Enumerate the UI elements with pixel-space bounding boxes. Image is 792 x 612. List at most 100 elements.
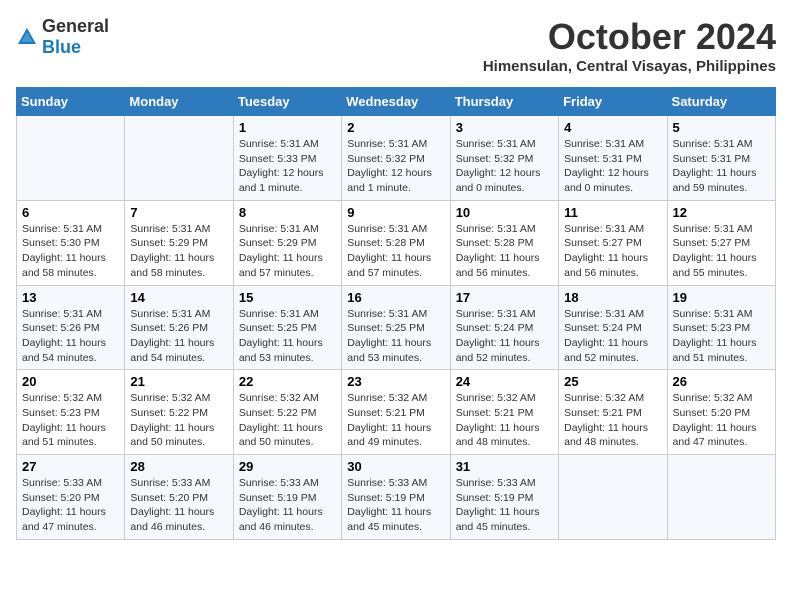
- calendar-cell: 7 Sunrise: 5:31 AMSunset: 5:29 PMDaylight…: [125, 200, 233, 285]
- day-info: Sunrise: 5:32 AMSunset: 5:20 PMDaylight:…: [673, 391, 770, 450]
- calendar-cell: 13Sunrise: 5:31 AMSunset: 5:26 PMDayligh…: [17, 285, 125, 370]
- calendar-week-2: 6 Sunrise: 5:31 AMSunset: 5:30 PMDaylight…: [17, 200, 776, 285]
- col-monday: Monday: [125, 88, 233, 116]
- logo-icon: [16, 26, 38, 48]
- col-tuesday: Tuesday: [233, 88, 341, 116]
- day-info: Sunrise: 5:32 AMSunset: 5:21 PMDaylight:…: [564, 391, 661, 450]
- calendar-cell: 19Sunrise: 5:31 AMSunset: 5:23 PMDayligh…: [667, 285, 775, 370]
- calendar-cell: [559, 455, 667, 540]
- day-number: 6: [22, 205, 119, 220]
- day-number: 15: [239, 290, 336, 305]
- day-number: 3: [456, 120, 553, 135]
- col-saturday: Saturday: [667, 88, 775, 116]
- col-friday: Friday: [559, 88, 667, 116]
- calendar-cell: 26 Sunrise: 5:32 AMSunset: 5:20 PMDayligh…: [667, 370, 775, 455]
- calendar-cell: 11Sunrise: 5:31 AMSunset: 5:27 PMDayligh…: [559, 200, 667, 285]
- day-info: Sunrise: 5:31 AMSunset: 5:24 PMDaylight:…: [456, 307, 553, 366]
- day-info: Sunrise: 5:31 AMSunset: 5:25 PMDaylight:…: [347, 307, 444, 366]
- logo: General Blue: [16, 16, 109, 58]
- day-info: Sunrise: 5:31 AMSunset: 5:28 PMDaylight:…: [347, 222, 444, 281]
- day-number: 22: [239, 374, 336, 389]
- day-number: 16: [347, 290, 444, 305]
- calendar-header: Sunday Monday Tuesday Wednesday Thursday…: [17, 88, 776, 116]
- calendar-cell: 17 Sunrise: 5:31 AMSunset: 5:24 PMDayligh…: [450, 285, 558, 370]
- day-info: Sunrise: 5:31 AMSunset: 5:31 PMDaylight:…: [564, 137, 661, 196]
- day-info: Sunrise: 5:32 AMSunset: 5:21 PMDaylight:…: [347, 391, 444, 450]
- day-info: Sunrise: 5:32 AMSunset: 5:21 PMDaylight:…: [456, 391, 553, 450]
- day-number: 13: [22, 290, 119, 305]
- calendar-cell: 10 Sunrise: 5:31 AMSunset: 5:28 PMDayligh…: [450, 200, 558, 285]
- day-number: 7: [130, 205, 227, 220]
- page-header: General Blue October 2024 Himensulan, Ce…: [16, 16, 776, 75]
- day-info: Sunrise: 5:31 AMSunset: 5:29 PMDaylight:…: [130, 222, 227, 281]
- location-subtitle: Himensulan, Central Visayas, Philippines: [483, 58, 776, 75]
- calendar-week-5: 27 Sunrise: 5:33 AMSunset: 5:20 PMDayligh…: [17, 455, 776, 540]
- calendar-cell: 30 Sunrise: 5:33 AMSunset: 5:19 PMDayligh…: [342, 455, 450, 540]
- title-block: October 2024 Himensulan, Central Visayas…: [483, 16, 776, 75]
- calendar-body: 1 Sunrise: 5:31 AMSunset: 5:33 PMDaylight…: [17, 116, 776, 540]
- col-sunday: Sunday: [17, 88, 125, 116]
- calendar-cell: 31Sunrise: 5:33 AMSunset: 5:19 PMDayligh…: [450, 455, 558, 540]
- header-row: Sunday Monday Tuesday Wednesday Thursday…: [17, 88, 776, 116]
- day-info: Sunrise: 5:31 AMSunset: 5:30 PMDaylight:…: [22, 222, 119, 281]
- calendar-cell: 14 Sunrise: 5:31 AMSunset: 5:26 PMDayligh…: [125, 285, 233, 370]
- calendar-cell: 8 Sunrise: 5:31 AMSunset: 5:29 PMDaylight…: [233, 200, 341, 285]
- day-info: Sunrise: 5:32 AMSunset: 5:22 PMDaylight:…: [239, 391, 336, 450]
- calendar-cell: 15 Sunrise: 5:31 AMSunset: 5:25 PMDayligh…: [233, 285, 341, 370]
- day-info: Sunrise: 5:33 AMSunset: 5:19 PMDaylight:…: [239, 476, 336, 535]
- calendar-week-3: 13 Sunrise: 5:31 AMSunset: 5:26 PMDayligh…: [17, 285, 776, 370]
- day-info: Sunrise: 5:31 AMSunset: 5:23 PMDaylight:…: [673, 307, 770, 366]
- day-info: Sunrise: 5:33 AMSunset: 5:19 PMDaylight:…: [456, 476, 553, 535]
- day-number: 24: [456, 374, 553, 389]
- day-info: Sunrise: 5:32 AMSunset: 5:22 PMDaylight:…: [130, 391, 227, 450]
- day-number: 27: [22, 459, 119, 474]
- day-number: 21: [130, 374, 227, 389]
- day-info: Sunrise: 5:31 AMSunset: 5:28 PMDaylight:…: [456, 222, 553, 281]
- day-number: 8: [239, 205, 336, 220]
- day-info: Sunrise: 5:31 AMSunset: 5:29 PMDaylight:…: [239, 222, 336, 281]
- day-info: Sunrise: 5:31 AMSunset: 5:26 PMDaylight:…: [130, 307, 227, 366]
- day-number: 26: [673, 374, 770, 389]
- month-title: October 2024: [483, 16, 776, 58]
- day-number: 25: [564, 374, 661, 389]
- day-number: 18: [564, 290, 661, 305]
- calendar-cell: 25 Sunrise: 5:32 AMSunset: 5:21 PMDayligh…: [559, 370, 667, 455]
- day-info: Sunrise: 5:32 AMSunset: 5:23 PMDaylight:…: [22, 391, 119, 450]
- calendar-cell: [17, 116, 125, 201]
- calendar-cell: 22 Sunrise: 5:32 AMSunset: 5:22 PMDayligh…: [233, 370, 341, 455]
- col-wednesday: Wednesday: [342, 88, 450, 116]
- calendar-cell: 21 Sunrise: 5:32 AMSunset: 5:22 PMDayligh…: [125, 370, 233, 455]
- day-number: 17: [456, 290, 553, 305]
- calendar-cell: 18Sunrise: 5:31 AMSunset: 5:24 PMDayligh…: [559, 285, 667, 370]
- day-info: Sunrise: 5:31 AMSunset: 5:32 PMDaylight:…: [347, 137, 444, 196]
- day-number: 30: [347, 459, 444, 474]
- day-info: Sunrise: 5:31 AMSunset: 5:25 PMDaylight:…: [239, 307, 336, 366]
- calendar-cell: 12Sunrise: 5:31 AMSunset: 5:27 PMDayligh…: [667, 200, 775, 285]
- day-info: Sunrise: 5:31 AMSunset: 5:33 PMDaylight:…: [239, 137, 336, 196]
- day-info: Sunrise: 5:31 AMSunset: 5:27 PMDaylight:…: [673, 222, 770, 281]
- day-info: Sunrise: 5:31 AMSunset: 5:31 PMDaylight:…: [673, 137, 770, 196]
- day-info: Sunrise: 5:33 AMSunset: 5:20 PMDaylight:…: [130, 476, 227, 535]
- day-info: Sunrise: 5:33 AMSunset: 5:19 PMDaylight:…: [347, 476, 444, 535]
- logo-text: General Blue: [42, 16, 109, 58]
- day-number: 1: [239, 120, 336, 135]
- calendar-cell: 2Sunrise: 5:31 AMSunset: 5:32 PMDaylight…: [342, 116, 450, 201]
- day-number: 4: [564, 120, 661, 135]
- day-number: 10: [456, 205, 553, 220]
- calendar-cell: 4 Sunrise: 5:31 AMSunset: 5:31 PMDaylight…: [559, 116, 667, 201]
- calendar-cell: 27 Sunrise: 5:33 AMSunset: 5:20 PMDayligh…: [17, 455, 125, 540]
- calendar-week-4: 20 Sunrise: 5:32 AMSunset: 5:23 PMDayligh…: [17, 370, 776, 455]
- calendar-cell: 29 Sunrise: 5:33 AMSunset: 5:19 PMDayligh…: [233, 455, 341, 540]
- calendar-cell: 1 Sunrise: 5:31 AMSunset: 5:33 PMDaylight…: [233, 116, 341, 201]
- day-number: 14: [130, 290, 227, 305]
- calendar-cell: 20 Sunrise: 5:32 AMSunset: 5:23 PMDayligh…: [17, 370, 125, 455]
- day-number: 20: [22, 374, 119, 389]
- day-number: 28: [130, 459, 227, 474]
- day-info: Sunrise: 5:33 AMSunset: 5:20 PMDaylight:…: [22, 476, 119, 535]
- calendar-cell: 16 Sunrise: 5:31 AMSunset: 5:25 PMDayligh…: [342, 285, 450, 370]
- day-number: 11: [564, 205, 661, 220]
- calendar-week-1: 1 Sunrise: 5:31 AMSunset: 5:33 PMDaylight…: [17, 116, 776, 201]
- day-number: 9: [347, 205, 444, 220]
- day-number: 29: [239, 459, 336, 474]
- day-info: Sunrise: 5:31 AMSunset: 5:32 PMDaylight:…: [456, 137, 553, 196]
